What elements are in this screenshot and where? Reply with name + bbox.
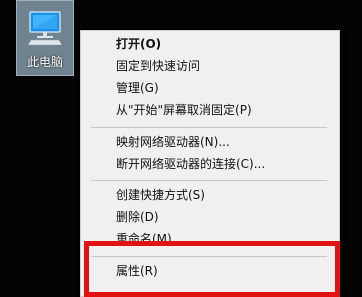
menu-separator	[91, 256, 327, 257]
menu-item-rename[interactable]: 重命名(M)	[81, 228, 339, 250]
menu-item-unpin-start[interactable]: 从"开始"屏幕取消固定(P)	[81, 99, 339, 121]
computer-icon	[27, 9, 63, 47]
menu-item-disconnect-network-drive[interactable]: 断开网络驱动器的连接(C)...	[81, 153, 339, 175]
menu-item-manage[interactable]: 管理(G)	[81, 77, 339, 99]
this-pc-label: 此电脑	[26, 55, 63, 69]
menu-item-pin-quick-access[interactable]: 固定到快速访问	[81, 55, 339, 77]
menu-separator	[91, 180, 327, 181]
menu-item-delete[interactable]: 删除(D)	[81, 206, 339, 228]
menu-item-properties[interactable]: 属性(R)	[81, 260, 339, 282]
this-pc-shortcut[interactable]: 此电脑	[16, 0, 74, 76]
menu-item-create-shortcut[interactable]: 创建快捷方式(S)	[81, 184, 339, 206]
menu-separator	[91, 127, 327, 128]
desktop: 此电脑 打开(O) 固定到快速访问 管理(G) 从"开始"屏幕取消固定(P) 映…	[0, 0, 362, 297]
context-menu: 打开(O) 固定到快速访问 管理(G) 从"开始"屏幕取消固定(P) 映射网络驱…	[80, 30, 340, 297]
menu-item-open[interactable]: 打开(O)	[81, 33, 339, 55]
menu-item-map-network-drive[interactable]: 映射网络驱动器(N)...	[81, 131, 339, 153]
